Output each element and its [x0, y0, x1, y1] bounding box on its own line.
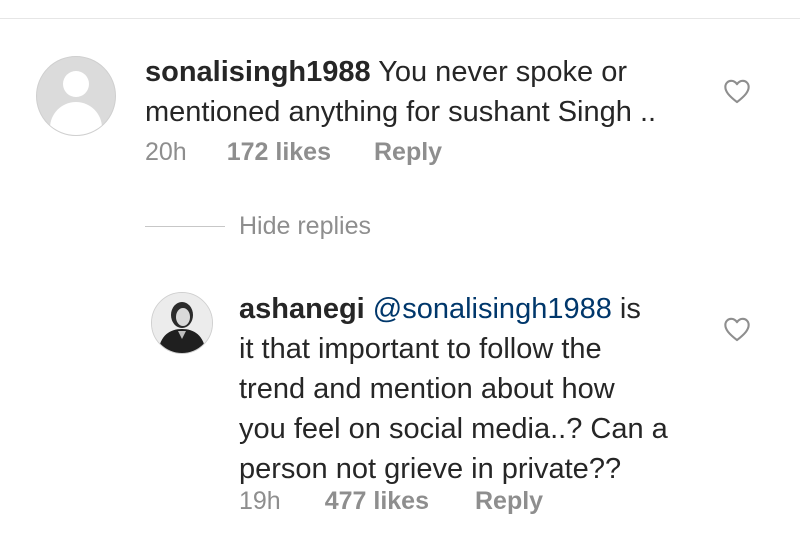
hide-replies-button[interactable]: Hide replies	[145, 212, 371, 241]
hide-replies-label: Hide replies	[239, 212, 372, 240]
reply-body-line3: trend and mention about how	[239, 373, 615, 405]
reply-likes[interactable]: 477 likes	[325, 487, 429, 516]
hide-replies-divider	[145, 226, 225, 227]
comment-body-line1: You never spoke or	[370, 56, 628, 88]
comment-username[interactable]: sonalisingh1988	[145, 56, 371, 88]
avatar-body-shape	[50, 102, 102, 135]
reply-button[interactable]: Reply	[374, 138, 442, 167]
like-heart-icon[interactable]	[723, 78, 751, 104]
reply-time: 19h	[239, 487, 281, 515]
reply-text: ashanegi @sonalisingh1988 is it that imp…	[239, 289, 668, 489]
comment-text: sonalisingh1988 You never spoke or menti…	[145, 52, 656, 132]
reply-body-line5: person not grieve in private??	[239, 453, 622, 485]
like-heart-icon[interactable]	[723, 316, 751, 342]
default-avatar[interactable]	[36, 56, 116, 136]
reply-button[interactable]: Reply	[475, 487, 543, 516]
reply-mention-link[interactable]: @sonalisingh1988	[373, 293, 612, 325]
user-avatar[interactable]	[151, 292, 213, 354]
comment-likes[interactable]: 172 likes	[227, 138, 331, 167]
reply-body-line2: it that important to follow the	[239, 333, 602, 365]
reply-body-line4: you feel on social media..? Can a	[239, 413, 668, 445]
comment-meta: 20h 172 likes Reply	[145, 138, 442, 167]
reply-username[interactable]: ashanegi	[239, 293, 365, 325]
comment-body-line2: mentioned anything for sushant Singh ..	[145, 96, 657, 128]
avatar-head-shape	[63, 71, 89, 97]
comment-time: 20h	[145, 138, 187, 166]
avatar-photo-icon	[152, 293, 212, 353]
reply-meta: 19h 477 likes Reply	[239, 487, 543, 516]
top-divider	[0, 18, 800, 19]
reply-body-line1: is	[611, 293, 641, 325]
